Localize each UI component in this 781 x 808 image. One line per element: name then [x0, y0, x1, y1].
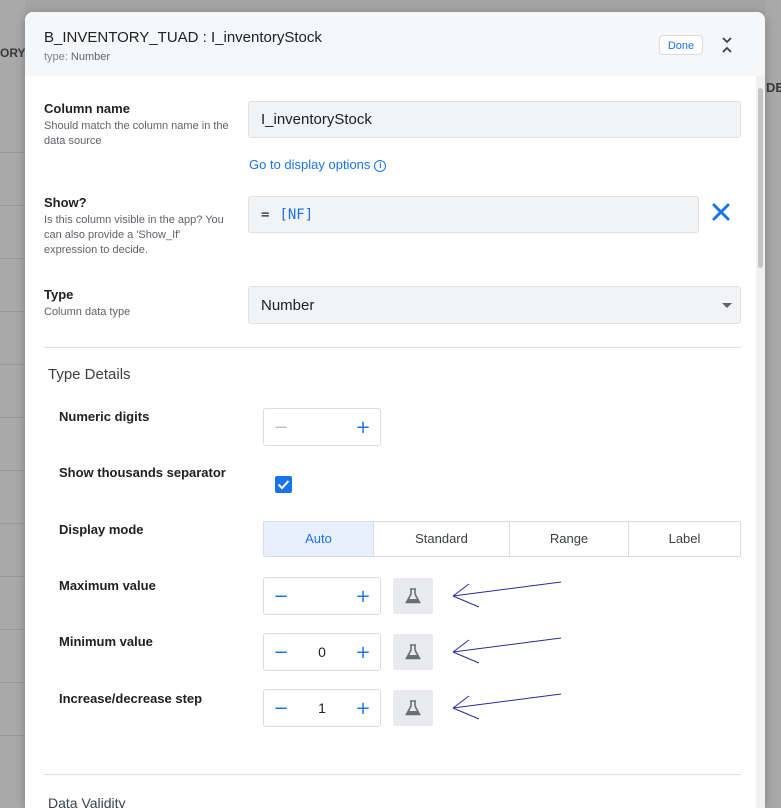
column-name-help: Should match the column name in the data… — [44, 120, 229, 147]
display-options-link[interactable]: Go to display options i — [249, 157, 387, 172]
numeric-digits-label: Numeric digits — [59, 409, 150, 424]
numeric-digits-value[interactable] — [298, 409, 346, 445]
decrement-button[interactable]: − — [264, 690, 298, 726]
maximum-value-expression-button[interactable] — [393, 578, 433, 614]
increment-button[interactable]: + — [346, 690, 380, 726]
step-label: Increase/decrease step — [59, 691, 203, 706]
type-label: Type — [44, 287, 74, 302]
expression-value: [NF] — [279, 206, 314, 223]
display-mode-standard[interactable]: Standard — [374, 522, 510, 556]
chevron-down-icon — [722, 303, 732, 308]
display-mode-label-option[interactable]: Label — [629, 522, 740, 556]
numeric-digits-stepper[interactable]: − + — [263, 408, 381, 446]
subtitle-prefix: type: — [44, 51, 68, 63]
thousands-separator-label: Show thousands separator — [59, 465, 226, 480]
annotation-arrow — [452, 581, 562, 608]
flask-icon — [405, 588, 421, 604]
step-value[interactable]: 1 — [298, 690, 346, 726]
dialog-header: B_INVENTORY_TUAD : I_inventoryStock type… — [25, 12, 765, 76]
column-name-value: I_inventoryStock — [261, 111, 372, 128]
dialog-scrollbar[interactable] — [756, 76, 765, 808]
increment-button[interactable]: + — [346, 634, 380, 670]
background-right-fragment: DE — [766, 80, 781, 95]
minimum-value-stepper[interactable]: − 0 + — [263, 633, 381, 671]
flask-icon — [405, 644, 421, 660]
display-mode-toggle: Auto Standard Range Label — [263, 521, 741, 557]
scrollbar-thumb[interactable] — [758, 88, 763, 268]
done-button[interactable]: Done — [659, 35, 703, 55]
close-icon[interactable] — [711, 202, 731, 222]
minimum-value-value[interactable]: 0 — [298, 634, 346, 670]
collapse-icon[interactable] — [719, 36, 735, 54]
column-editor-dialog: B_INVENTORY_TUAD : I_inventoryStock type… — [25, 12, 765, 808]
step-expression-button[interactable] — [393, 690, 433, 726]
divider — [44, 347, 741, 348]
column-name-label: Column name — [44, 101, 130, 116]
check-icon — [277, 480, 290, 490]
decrement-button[interactable]: − — [264, 578, 298, 614]
flask-icon — [405, 700, 421, 716]
show-label: Show? — [44, 195, 87, 210]
dialog-subtitle: type: Number — [44, 51, 110, 63]
type-select[interactable]: Number — [248, 286, 741, 324]
maximum-value-stepper[interactable]: − + — [263, 577, 381, 615]
thousands-separator-checkbox[interactable] — [275, 476, 292, 493]
info-icon: i — [374, 160, 387, 172]
type-select-value: Number — [261, 296, 315, 314]
annotation-arrow — [452, 637, 562, 664]
show-help: Is this column visible in the app? You c… — [44, 214, 224, 256]
display-mode-label: Display mode — [59, 522, 144, 537]
background-table-right — [765, 0, 781, 808]
decrement-button[interactable]: − — [264, 409, 298, 445]
minimum-value-expression-button[interactable] — [393, 634, 433, 670]
display-options-label: Go to display options — [249, 157, 371, 172]
data-validity-title: Data Validity — [48, 795, 126, 808]
increment-button[interactable]: + — [346, 578, 380, 614]
step-stepper[interactable]: − 1 + — [263, 689, 381, 727]
maximum-value-label: Maximum value — [59, 578, 156, 593]
display-mode-range[interactable]: Range — [510, 522, 629, 556]
annotation-arrow — [452, 693, 562, 720]
maximum-value-value[interactable] — [298, 578, 346, 614]
column-name-field[interactable]: I_inventoryStock — [248, 101, 741, 138]
dialog-title: B_INVENTORY_TUAD : I_inventoryStock — [44, 29, 322, 46]
background-table-left — [0, 0, 25, 808]
divider — [44, 774, 741, 775]
show-expression-field[interactable]: = [NF] — [248, 196, 699, 233]
decrement-button[interactable]: − — [264, 634, 298, 670]
increment-button[interactable]: + — [346, 409, 380, 445]
type-help: Column data type — [44, 306, 131, 318]
type-details-title: Type Details — [48, 366, 131, 383]
expression-operator: = — [261, 206, 270, 223]
subtitle-type: Number — [70, 51, 111, 63]
display-mode-auto[interactable]: Auto — [264, 522, 374, 556]
minimum-value-label: Minimum value — [59, 634, 153, 649]
